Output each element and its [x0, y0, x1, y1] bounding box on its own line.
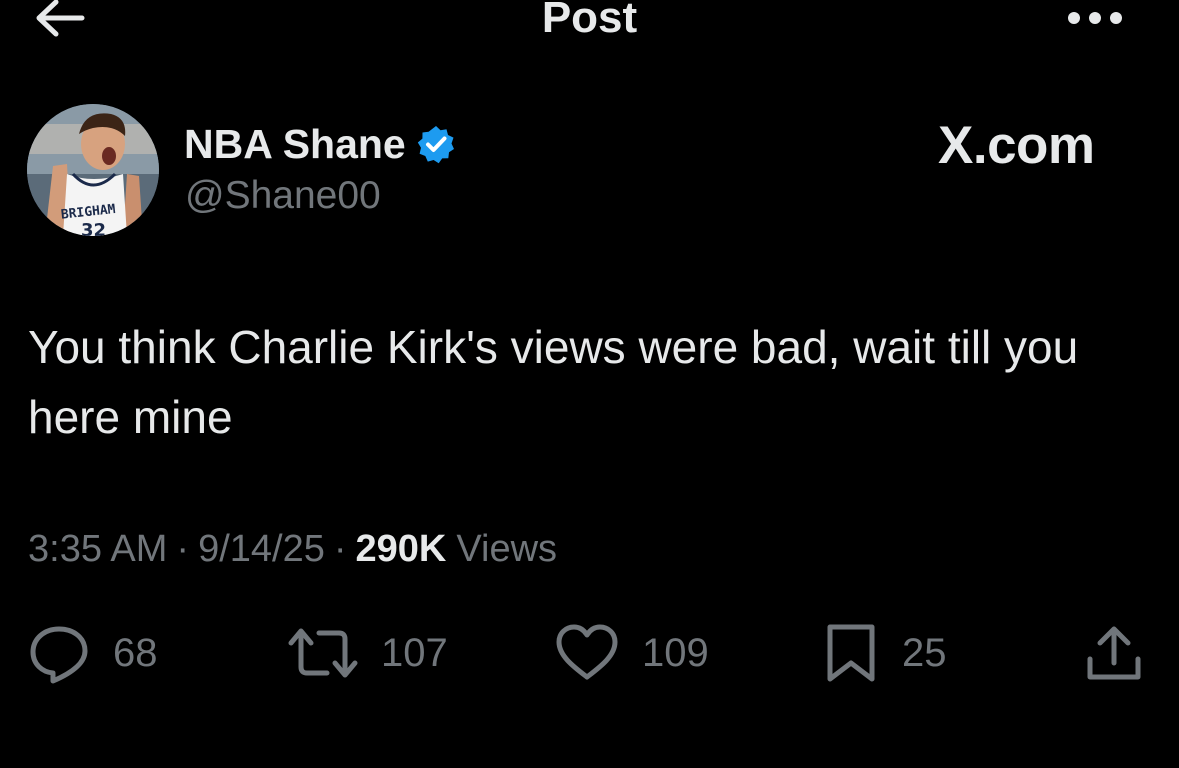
- reply-icon: [30, 626, 88, 684]
- like-button[interactable]: 109: [554, 620, 709, 686]
- reply-count: 68: [113, 630, 158, 675]
- tweet-time[interactable]: 3:35 AM: [28, 528, 167, 571]
- jersey-number: 32: [81, 220, 106, 236]
- x-com-watermark: X.com: [938, 115, 1095, 175]
- bookmark-button[interactable]: 25: [822, 620, 947, 686]
- more-horizontal-icon: [1068, 12, 1122, 24]
- avatar[interactable]: BRIGHAM 32: [27, 104, 159, 236]
- more-options-button[interactable]: [1062, 2, 1128, 32]
- share-icon: [1087, 626, 1141, 680]
- bookmark-count: 25: [902, 630, 947, 675]
- views-label: Views: [456, 528, 558, 570]
- repost-icon: [288, 628, 358, 678]
- repost-button[interactable]: 107: [287, 620, 448, 686]
- verified-badge-icon: [417, 126, 454, 164]
- reply-button[interactable]: 68: [27, 620, 158, 686]
- author-handle[interactable]: @Shane00: [185, 174, 381, 218]
- meta-separator: ·: [176, 528, 190, 570]
- tweet-text: You think Charlie Kirk's views were bad,…: [28, 321, 1079, 443]
- tweet-date[interactable]: 9/14/25: [198, 528, 325, 571]
- views-count: 290K: [355, 528, 447, 570]
- repost-count: 107: [381, 630, 448, 675]
- bookmark-icon: [827, 624, 875, 682]
- meta-separator: ·: [333, 528, 347, 570]
- avatar-photo: BRIGHAM 32: [27, 104, 159, 236]
- page-title: Post: [541, 0, 638, 42]
- author-display-name[interactable]: NBA Shane: [184, 121, 406, 168]
- heart-icon: [556, 624, 618, 680]
- tweet-meta: 3:35 AM · 9/14/25 · 290K Views: [28, 528, 557, 571]
- author-name-row[interactable]: NBA Shane: [184, 118, 456, 170]
- like-count: 109: [642, 630, 709, 675]
- share-button[interactable]: [1084, 620, 1144, 686]
